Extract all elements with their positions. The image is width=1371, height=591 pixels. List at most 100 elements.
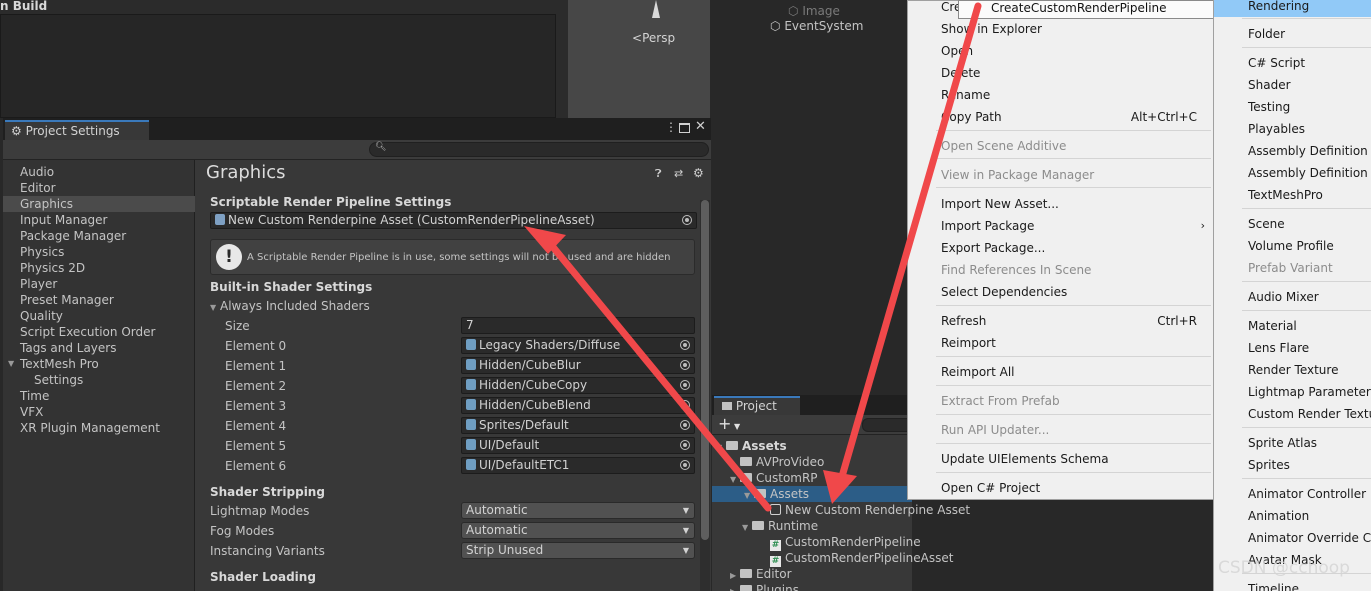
object-picker-icon[interactable] (680, 400, 690, 410)
menu-item-select-dependencies[interactable]: Select Dependencies (908, 281, 1213, 303)
project-settings-tab[interactable]: ⚙ Project Settings (5, 120, 149, 140)
shader-field[interactable]: Legacy Shaders/Diffuse (461, 337, 695, 354)
menu-item-update-uielements-schema[interactable]: Update UIElements Schema (908, 448, 1213, 470)
shader-field[interactable]: UI/DefaultETC1 (461, 457, 695, 474)
scene-view[interactable]: <Persp (568, 0, 710, 118)
submenu-item-material[interactable]: Material (1214, 315, 1371, 337)
submenu-item-volume-profile[interactable]: Volume Profile (1214, 235, 1371, 257)
hierarchy-item-eventsystem[interactable]: ⬡ EventSystem (770, 19, 863, 33)
object-picker-icon[interactable] (680, 460, 690, 470)
submenu-item-assembly-definition[interactable]: Assembly Definition (1214, 140, 1371, 162)
settings-gear-icon[interactable]: ⚙ (693, 166, 704, 180)
object-picker-icon[interactable] (680, 380, 690, 390)
nav-item-input-manager[interactable]: Input Manager (3, 212, 195, 228)
submenu-item-testing[interactable]: Testing (1214, 96, 1371, 118)
tree-item-plugins[interactable]: ▶Plugins (730, 582, 799, 591)
tree-item-script-pipeline-asset[interactable]: # CustomRenderPipelineAsset (770, 550, 953, 567)
submenu-item-folder[interactable]: Folder (1214, 23, 1371, 45)
menu-item-copy-path[interactable]: Copy Path Alt+Ctrl+C (908, 106, 1213, 128)
settings-search-input[interactable]: 🔍︎ (369, 142, 709, 157)
menu-item-reimport-all[interactable]: Reimport All (908, 361, 1213, 383)
object-picker-icon[interactable] (680, 340, 690, 350)
nav-item-vfx[interactable]: VFX (3, 404, 195, 420)
submenu-item-animator-controller[interactable]: Animator Controller (1214, 483, 1371, 505)
nav-item-player[interactable]: Player (3, 276, 195, 292)
shader-field[interactable]: Hidden/CubeCopy (461, 377, 695, 394)
nav-item-textmesh-settings[interactable]: Settings (3, 372, 195, 388)
tree-item-script-pipeline[interactable]: # CustomRenderPipeline (770, 534, 921, 551)
submenu-item-textmeshpro[interactable]: TextMeshPro (1214, 184, 1371, 206)
submenu-item-rendering[interactable]: Rendering (1214, 0, 1371, 17)
submenu-item-sprites[interactable]: Sprites (1214, 454, 1371, 476)
submenu-item-animator-override-controller[interactable]: Animator Override Controller (1214, 527, 1371, 549)
menu-item-reimport[interactable]: Reimport (908, 332, 1213, 354)
fog-modes-dropdown[interactable]: Automatic ▼ (461, 522, 695, 539)
submenu-item-custom-render-texture[interactable]: Custom Render Texture (1214, 403, 1371, 425)
submenu-item-sprite-atlas[interactable]: Sprite Atlas (1214, 432, 1371, 454)
tree-item-customrp[interactable]: ▼ CustomRP (730, 470, 818, 486)
hierarchy-item-image[interactable]: ⬡ Image (788, 4, 840, 18)
submenu-item-scene[interactable]: Scene (1214, 213, 1371, 235)
submenu-item-timeline[interactable]: Timeline (1214, 578, 1371, 591)
tree-item-editor[interactable]: ▶ Editor (730, 566, 792, 582)
scrollbar-thumb[interactable] (701, 200, 709, 540)
menu-item-export-package[interactable]: Export Package... (908, 237, 1213, 259)
srp-asset-field[interactable]: New Custom Renderpine Asset (CustomRende… (210, 212, 697, 229)
nav-item-quality[interactable]: Quality (3, 308, 195, 324)
submenu-item-assembly-definition-reference[interactable]: Assembly Definition Reference (1214, 162, 1371, 184)
tree-item-customrp-assets[interactable]: ▼ Assets (712, 486, 912, 502)
maximize-icon[interactable] (679, 123, 690, 133)
more-menu-icon[interactable]: ⋮ (665, 120, 677, 134)
submenu-item-playables[interactable]: Playables (1214, 118, 1371, 140)
menu-item-open[interactable]: Open (908, 40, 1213, 62)
always-included-foldout[interactable]: ▼ Always Included Shaders (210, 299, 370, 313)
menu-item-rename[interactable]: Rename (908, 84, 1213, 106)
tree-item-runtime[interactable]: ▼ Runtime (742, 518, 818, 534)
project-tab[interactable]: Project (714, 396, 800, 415)
menu-item-import-package[interactable]: Import Package › (908, 215, 1213, 237)
vertical-scrollbar[interactable] (700, 200, 710, 591)
menu-item-open-csharp-project[interactable]: Open C# Project (908, 477, 1213, 499)
tree-item-assets[interactable]: ▼ Assets (716, 438, 787, 454)
close-icon[interactable]: ✕ (695, 119, 706, 134)
shader-field[interactable]: Hidden/CubeBlur (461, 357, 695, 374)
object-picker-icon[interactable] (680, 360, 690, 370)
tree-item-avprovideo[interactable]: ▶ AVProVideo (730, 454, 824, 470)
nav-item-tags-and-layers[interactable]: Tags and Layers (3, 340, 195, 356)
object-picker-icon[interactable] (682, 215, 692, 225)
submenu-item-shader[interactable]: Shader (1214, 74, 1371, 96)
add-button[interactable]: + ▼ (718, 415, 740, 436)
menu-item-import-new-asset[interactable]: Import New Asset... (908, 193, 1213, 215)
persp-label[interactable]: <Persp (632, 31, 675, 45)
nav-item-preset-manager[interactable]: Preset Manager (3, 292, 195, 308)
nav-item-package-manager[interactable]: Package Manager (3, 228, 195, 244)
size-field[interactable]: 7 (461, 317, 695, 334)
menu-item-refresh[interactable]: Refresh Ctrl+R (908, 310, 1213, 332)
object-picker-icon[interactable] (680, 440, 690, 450)
create-menu-tooltip[interactable]: CreateCustomRenderPipeline (958, 0, 1215, 19)
lightmap-modes-dropdown[interactable]: Automatic ▼ (461, 502, 695, 519)
preset-icon[interactable]: ⇄ (674, 167, 683, 180)
nav-item-xr-plugin-management[interactable]: XR Plugin Management (3, 420, 195, 436)
shader-field[interactable]: UI/Default (461, 437, 695, 454)
object-picker-icon[interactable] (680, 420, 690, 430)
nav-item-physics-2d[interactable]: Physics 2D (3, 260, 195, 276)
help-icon[interactable]: ❓︎ (655, 167, 662, 181)
nav-item-time[interactable]: Time (3, 388, 195, 404)
shader-field[interactable]: Sprites/Default (461, 417, 695, 434)
nav-item-editor[interactable]: Editor (3, 180, 195, 196)
submenu-item-csharp-script[interactable]: C# Script (1214, 52, 1371, 74)
submenu-item-render-texture[interactable]: Render Texture (1214, 359, 1371, 381)
submenu-item-lens-flare[interactable]: Lens Flare (1214, 337, 1371, 359)
nav-item-physics[interactable]: Physics (3, 244, 195, 260)
project-search-input[interactable] (862, 418, 912, 432)
nav-item-graphics[interactable]: Graphics (3, 196, 195, 212)
submenu-item-audio-mixer[interactable]: Audio Mixer (1214, 286, 1371, 308)
nav-item-audio[interactable]: Audio (3, 164, 195, 180)
tree-item-new-asset[interactable]: New Custom Renderpine Asset (770, 502, 970, 518)
submenu-item-animation[interactable]: Animation (1214, 505, 1371, 527)
menu-item-delete[interactable]: Delete (908, 62, 1213, 84)
submenu-item-lightmap-parameters[interactable]: Lightmap Parameters (1214, 381, 1371, 403)
nav-item-textmesh-pro[interactable]: TextMesh Pro (3, 356, 195, 372)
gizmo-icon[interactable] (652, 0, 660, 18)
